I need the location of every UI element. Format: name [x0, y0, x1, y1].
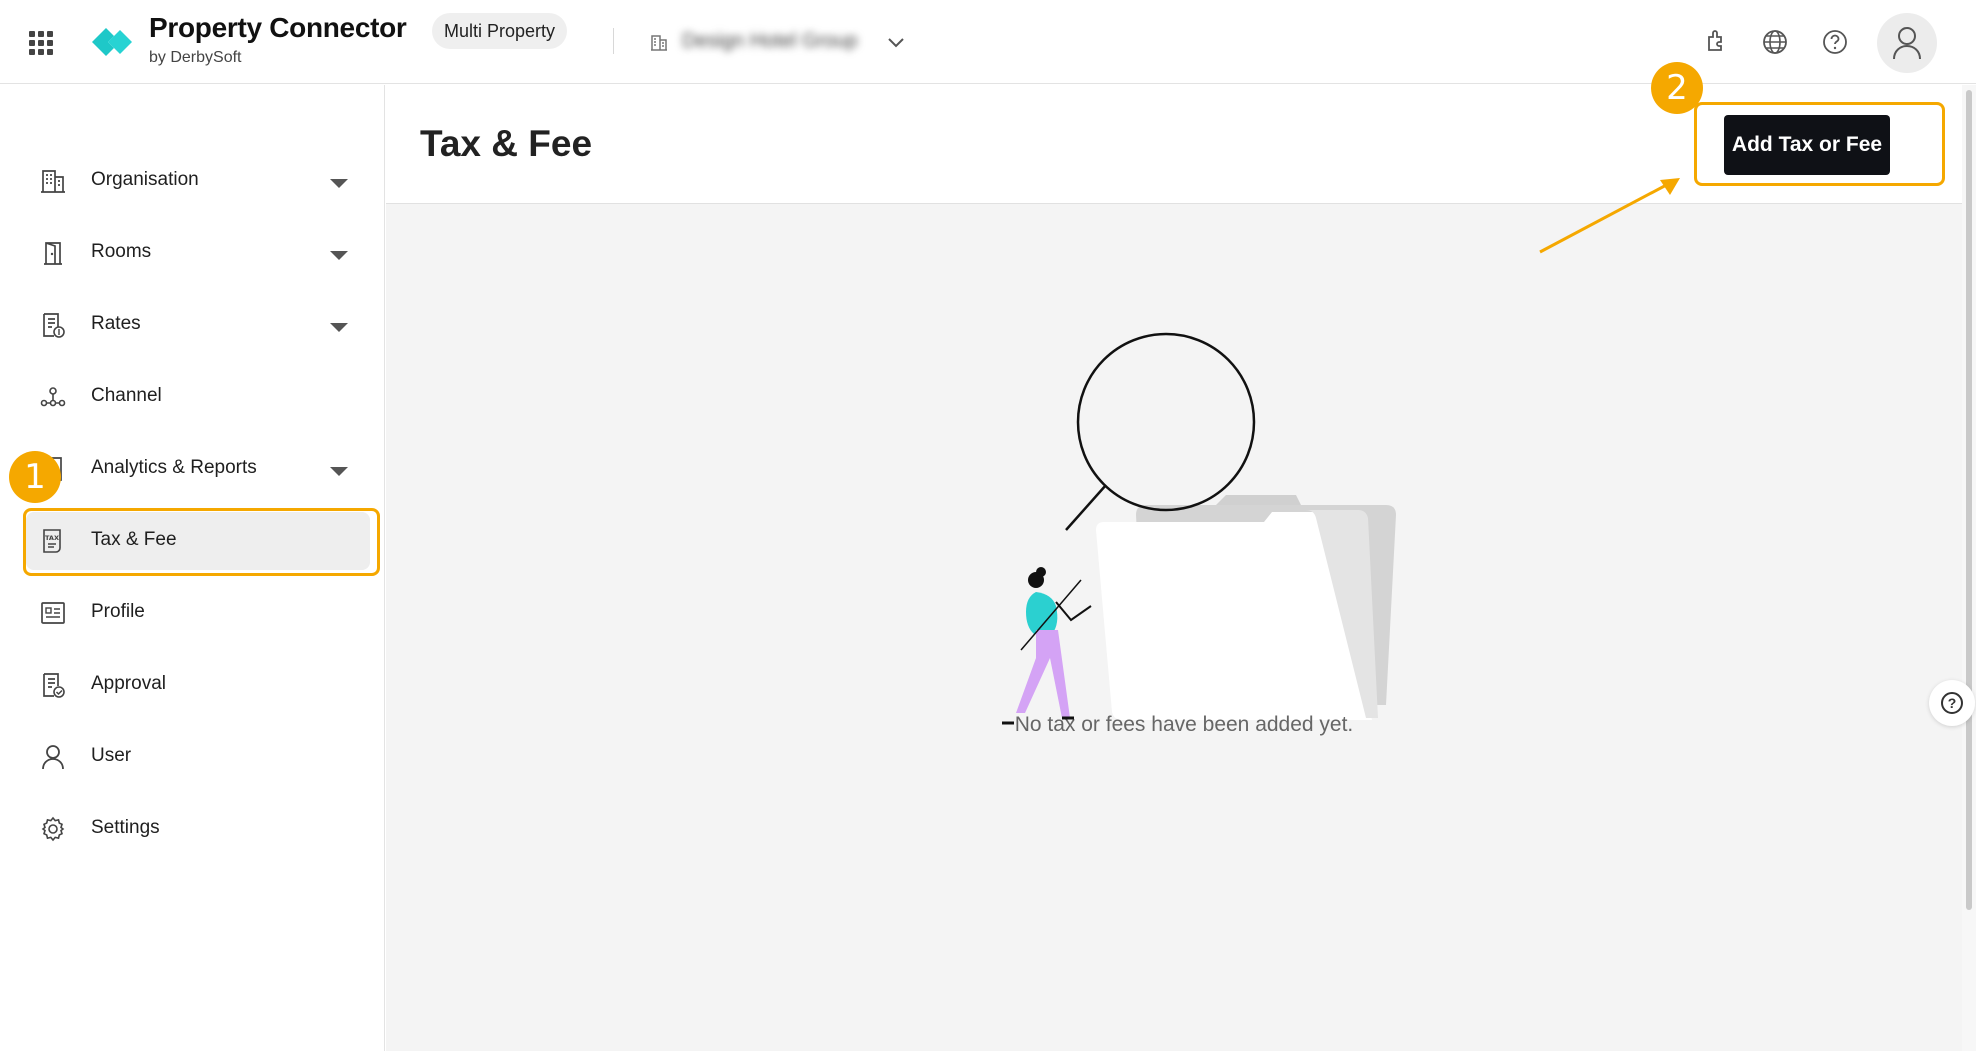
empty-state-illustration [1002, 332, 1396, 725]
sidebar-item-label: Approval [91, 673, 166, 694]
caret-down-icon[interactable] [330, 179, 348, 188]
apps-grid-icon[interactable] [28, 30, 54, 56]
main-content: Tax & Fee Add Tax or Fee No tax or fees … [386, 85, 1962, 1051]
gear-icon [41, 816, 65, 842]
sidebar-item-rooms[interactable]: Rooms [26, 224, 370, 282]
help-icon: ? [1941, 692, 1963, 714]
floating-help-button[interactable]: ? [1929, 680, 1975, 726]
sidebar-item-analytics-reports[interactable]: Analytics & Reports [26, 440, 370, 498]
sidebar-item-label: Rates [91, 313, 141, 334]
sidebar-item-label: Organisation [91, 169, 199, 190]
sidebar-item-user[interactable]: User [26, 728, 370, 786]
channel-network-icon [40, 387, 66, 407]
chevron-down-icon[interactable] [886, 32, 906, 52]
caret-down-icon[interactable] [330, 467, 348, 476]
sidebar-item-settings[interactable]: Settings [26, 800, 370, 858]
plugin-icon[interactable] [1702, 29, 1728, 55]
annotation-highlight-add-button [1694, 102, 1945, 186]
annotation-arrow [1539, 178, 1680, 254]
sidebar-item-label: Profile [91, 601, 145, 622]
annotation-step-badge-1: 1 [9, 451, 61, 503]
user-avatar[interactable] [1877, 13, 1937, 73]
caret-down-icon[interactable] [330, 251, 348, 260]
header-divider [613, 28, 614, 54]
scrollbar-thumb[interactable] [1966, 90, 1972, 910]
sidebar-item-rates[interactable]: Rates [26, 296, 370, 354]
brand-logo-icon[interactable] [90, 22, 134, 62]
sidebar-item-label: Rooms [91, 241, 152, 262]
annotation-step-badge-2: 2 [1651, 62, 1703, 114]
building-icon [41, 170, 65, 193]
sidebar-item-profile[interactable]: Profile [26, 584, 370, 642]
caret-down-icon[interactable] [330, 323, 348, 332]
rate-document-icon [43, 313, 65, 338]
app-name: Property Connector [149, 12, 407, 43]
annotation-highlight-tax-fee [23, 508, 380, 576]
user-icon [42, 745, 64, 770]
door-icon [44, 242, 62, 265]
sidebar-item-organisation[interactable]: Organisation [26, 152, 370, 210]
sidebar-item-label: User [91, 745, 132, 766]
sidebar-item-label: Channel [91, 385, 162, 406]
profile-card-icon [41, 602, 65, 624]
mode-badge: Multi Property [432, 13, 568, 49]
sidebar-item-channel[interactable]: Channel [26, 368, 370, 426]
app-subtitle: by DerbySoft [149, 49, 242, 66]
globe-icon[interactable] [1762, 29, 1788, 55]
sidebar-item-approval[interactable]: Approval [26, 656, 370, 714]
approval-document-icon [43, 673, 65, 698]
building-icon [651, 35, 667, 51]
empty-state-message: No tax or fees have been added yet. [1014, 713, 1354, 736]
org-selector-name[interactable]: Design Hotel Group [682, 30, 878, 53]
user-avatar-icon [1893, 27, 1921, 60]
sidebar-item-label: Analytics & Reports [91, 457, 257, 478]
help-icon[interactable] [1822, 29, 1848, 55]
sidebar-item-label: Settings [91, 817, 160, 838]
page-title: Tax & Fee [420, 123, 593, 164]
